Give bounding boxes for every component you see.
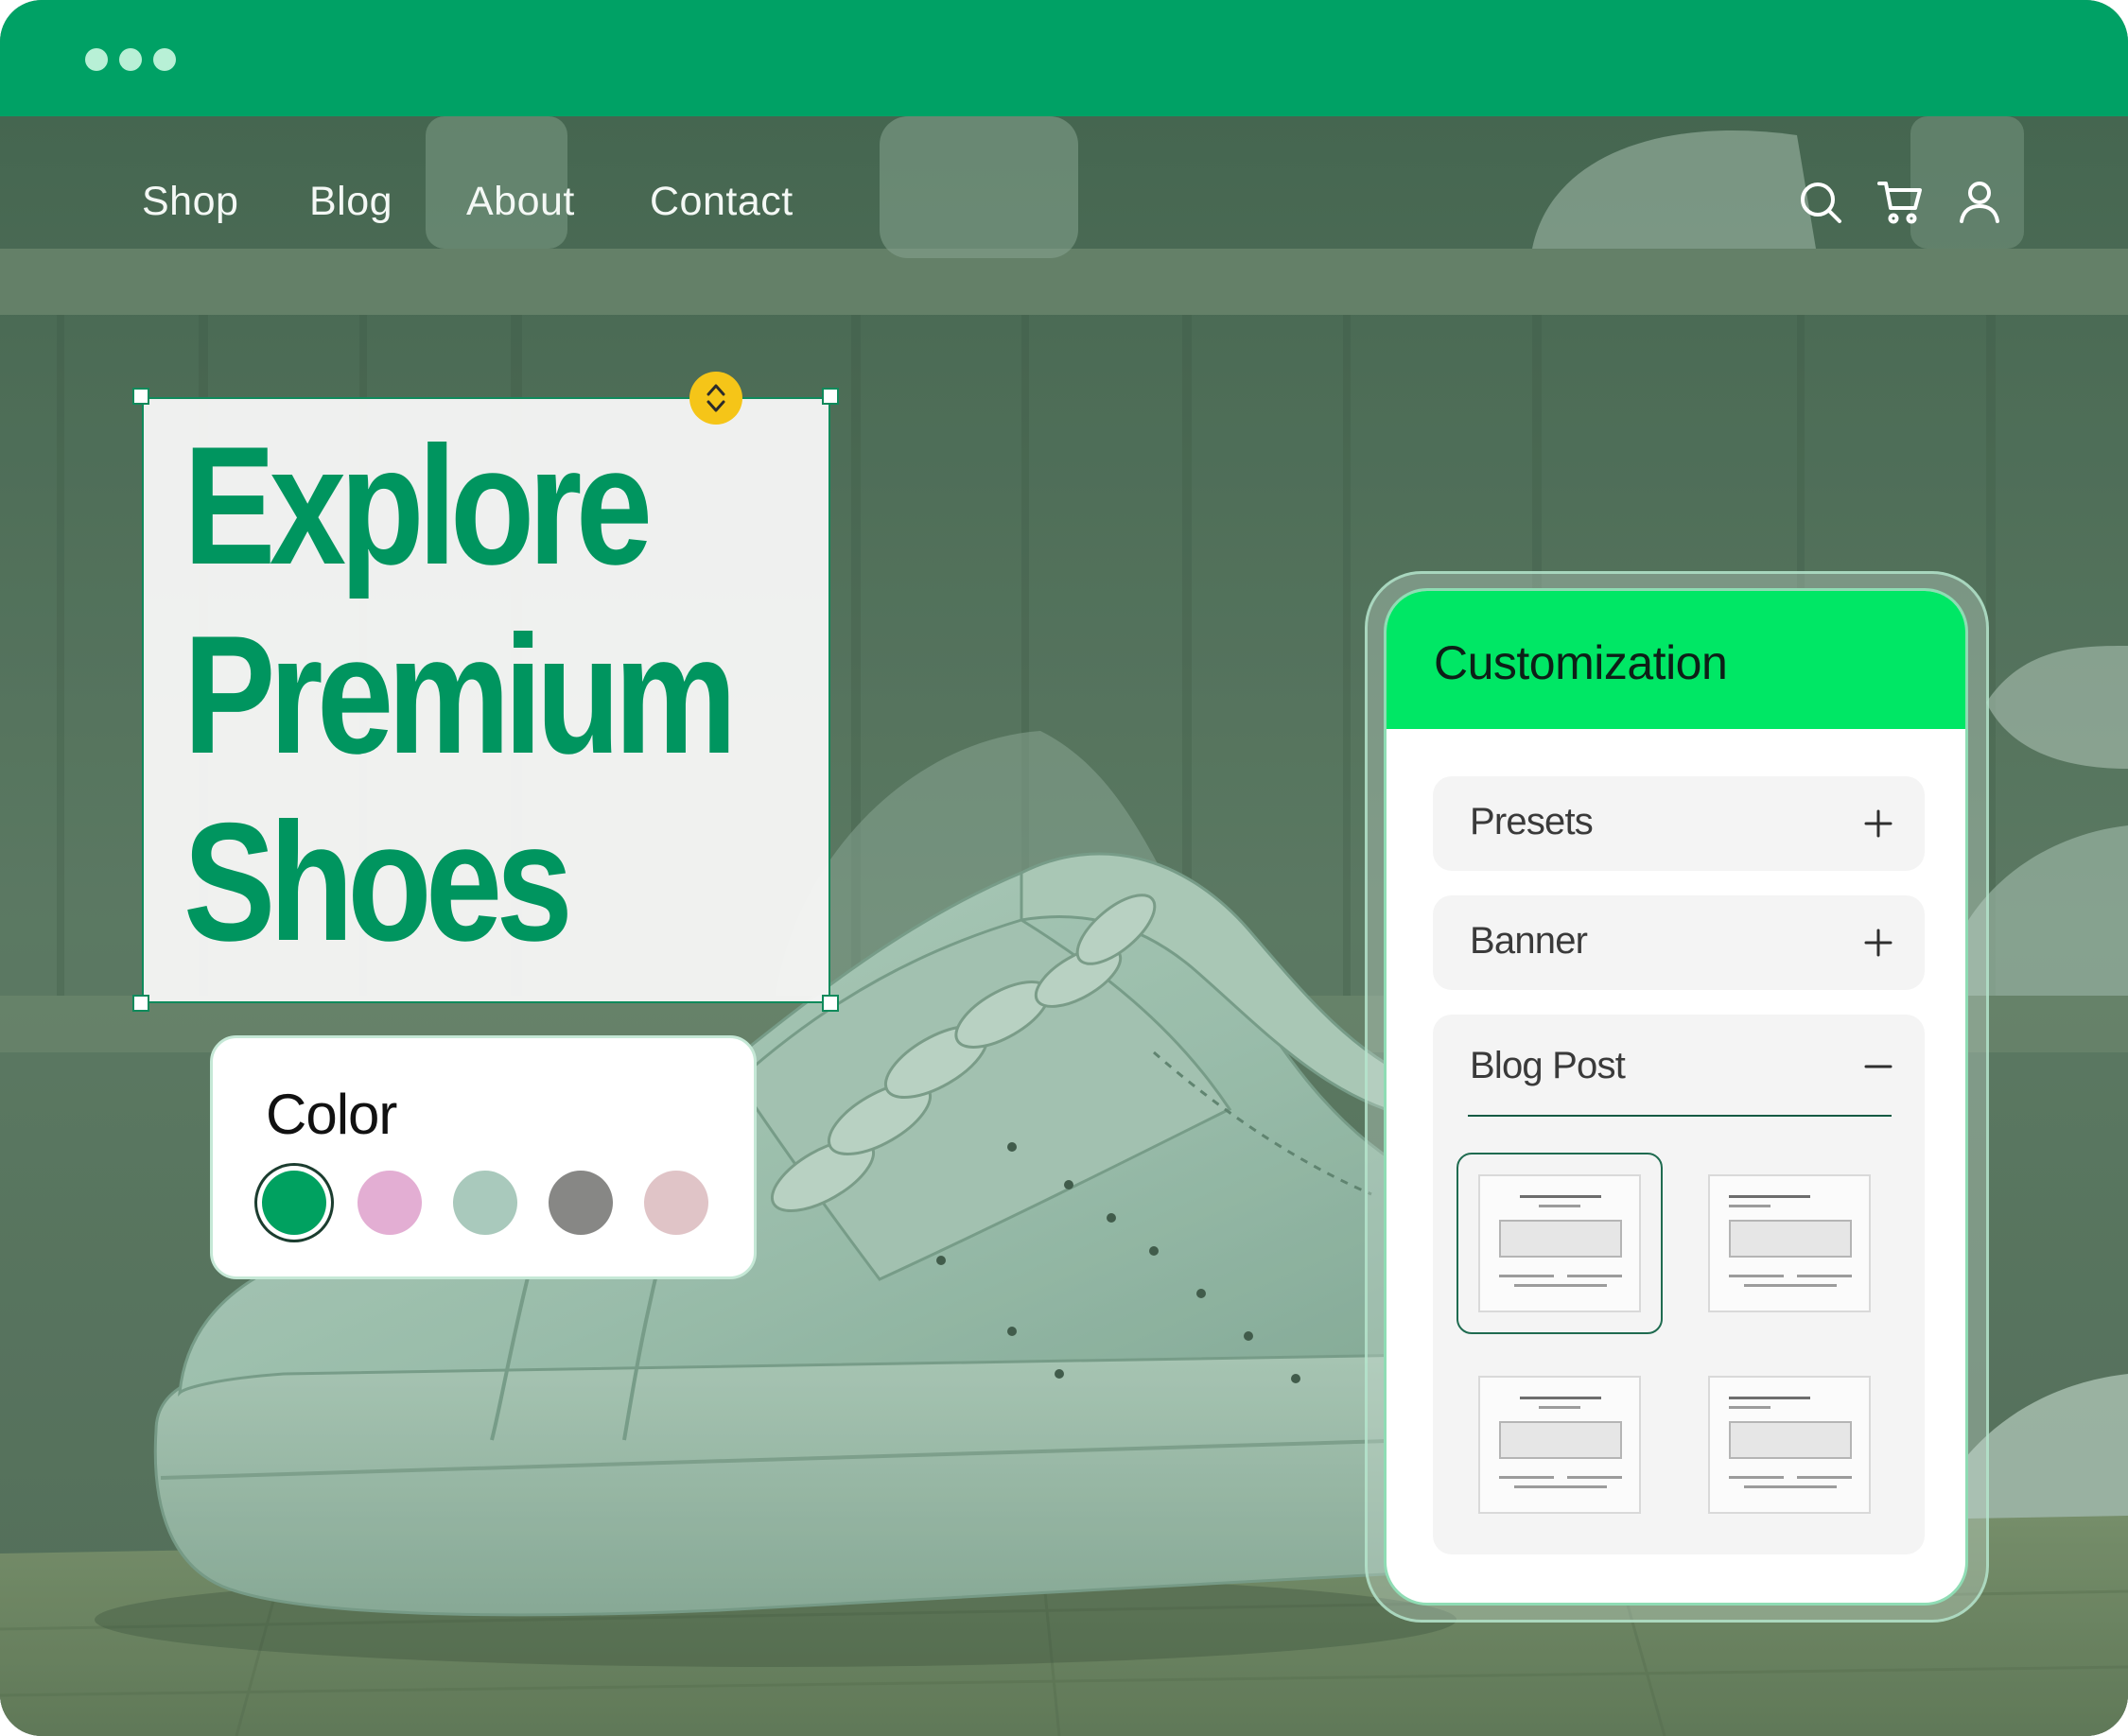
- blog-layout-option[interactable]: [1478, 1376, 1641, 1514]
- window-dot[interactable]: [85, 48, 108, 71]
- customization-panel: Customization Presets Banner Blog Post: [1384, 588, 1968, 1606]
- layout-line: [1567, 1476, 1622, 1479]
- resize-handle-bottom-left[interactable]: [132, 995, 149, 1012]
- accordion-label: Banner: [1470, 920, 1588, 962]
- resize-handle-bottom-right[interactable]: [822, 995, 839, 1012]
- layout-line: [1567, 1275, 1622, 1277]
- resize-handle-top-left[interactable]: [132, 388, 149, 405]
- accordion-item-blog-post[interactable]: Blog Post: [1433, 1015, 1925, 1554]
- accordion-label: Blog Post: [1470, 1045, 1626, 1086]
- blog-layout-option[interactable]: [1478, 1174, 1641, 1312]
- blog-layout-option[interactable]: [1708, 1376, 1871, 1514]
- hero-heading-line: Explore: [183, 411, 653, 599]
- accordion-item-presets[interactable]: Presets: [1433, 776, 1925, 871]
- layout-line: [1744, 1485, 1837, 1488]
- hero-heading-box[interactable]: Explore Premium Shoes: [142, 397, 830, 1003]
- layout-line: [1729, 1476, 1784, 1479]
- layout-line: [1729, 1205, 1770, 1207]
- layout-line: [1520, 1397, 1601, 1399]
- accordion-divider: [1468, 1115, 1892, 1117]
- layout-line: [1797, 1476, 1852, 1479]
- minus-icon[interactable]: [1864, 1052, 1893, 1081]
- user-icon[interactable]: [1957, 180, 2002, 225]
- color-picker-card: Color: [210, 1035, 757, 1279]
- blog-layout-option[interactable]: [1708, 1174, 1871, 1312]
- hero-heading-line: Shoes: [183, 788, 573, 976]
- color-swatch[interactable]: [549, 1171, 613, 1235]
- search-icon[interactable]: [1798, 180, 1843, 225]
- layout-line: [1514, 1485, 1607, 1488]
- layout-image-block: [1499, 1421, 1622, 1459]
- hero-heading-line: Premium: [183, 600, 737, 789]
- title-bar: [0, 0, 2128, 116]
- nav-link-blog[interactable]: Blog: [309, 179, 392, 225]
- rotate-handle-icon[interactable]: [689, 372, 742, 425]
- color-swatch[interactable]: [644, 1171, 708, 1235]
- layout-image-block: [1499, 1220, 1622, 1258]
- layout-line: [1744, 1284, 1837, 1287]
- accordion-item-banner[interactable]: Banner: [1433, 895, 1925, 990]
- layout-image-block: [1729, 1421, 1852, 1459]
- layout-line: [1729, 1195, 1810, 1198]
- layout-line: [1539, 1406, 1580, 1409]
- color-picker-title: Color: [266, 1083, 397, 1146]
- customization-panel-header: Customization: [1387, 591, 1965, 729]
- resize-handle-top-right[interactable]: [822, 388, 839, 405]
- color-swatch[interactable]: [453, 1171, 517, 1235]
- nav-link-contact[interactable]: Contact: [650, 179, 794, 225]
- layout-line: [1729, 1406, 1770, 1409]
- layout-line: [1797, 1275, 1852, 1277]
- layout-line: [1539, 1205, 1580, 1207]
- nav-link-about[interactable]: About: [466, 179, 575, 225]
- plus-icon[interactable]: [1864, 929, 1893, 957]
- window-dot[interactable]: [119, 48, 142, 71]
- layout-line: [1514, 1284, 1607, 1287]
- browser-window: Shop Blog About Contact Explore Premium …: [0, 0, 2128, 1736]
- customization-panel-title: Customization: [1434, 636, 1728, 689]
- window-dot[interactable]: [153, 48, 176, 71]
- layout-line: [1520, 1195, 1601, 1198]
- color-swatch[interactable]: [358, 1171, 422, 1235]
- layout-image-block: [1729, 1220, 1852, 1258]
- plus-icon[interactable]: [1864, 809, 1893, 838]
- accordion-label: Presets: [1470, 801, 1594, 842]
- cart-icon[interactable]: [1877, 180, 1923, 225]
- layout-line: [1499, 1476, 1554, 1479]
- layout-line: [1499, 1275, 1554, 1277]
- layout-line: [1729, 1275, 1784, 1277]
- color-swatch[interactable]: [262, 1171, 326, 1235]
- nav-link-shop[interactable]: Shop: [142, 179, 238, 225]
- layout-line: [1729, 1397, 1810, 1399]
